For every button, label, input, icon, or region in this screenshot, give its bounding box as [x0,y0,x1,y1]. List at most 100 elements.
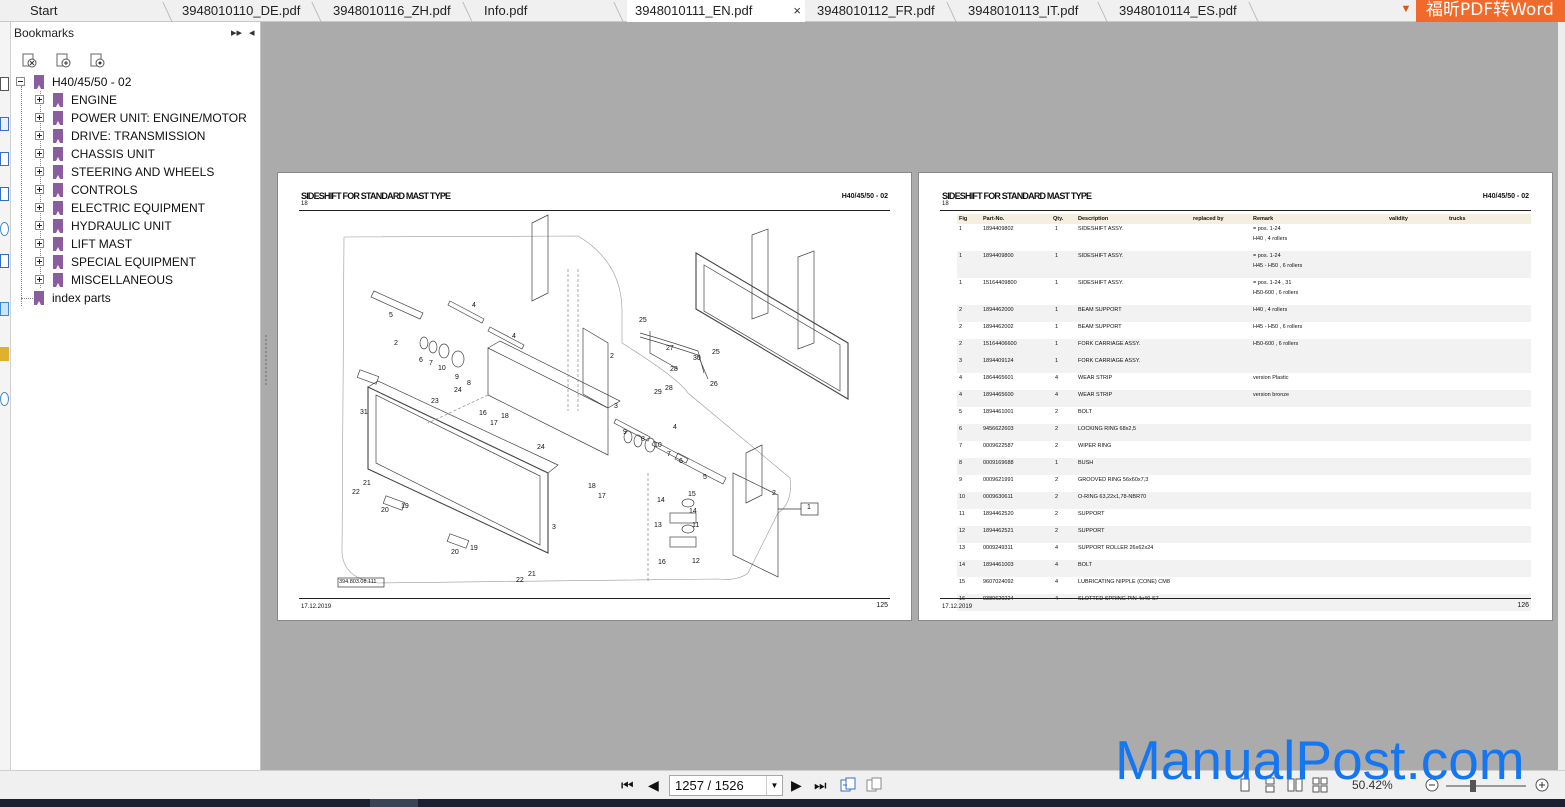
table-cell: 8 [959,460,963,466]
page-number-input[interactable]: 1257 / 1526 ▼ [669,775,783,796]
next-view-icon[interactable] [866,777,882,793]
first-page-icon[interactable]: ⏮ [621,777,634,794]
zoom-in-icon[interactable] [1534,777,1550,793]
bookmark-item[interactable]: ENGINE [11,91,261,109]
bookmark-item[interactable]: ELECTRIC EQUIPMENT [11,199,261,217]
tab-3948010114-es[interactable]: 3948010114_ES.pdf [1111,0,1254,22]
callout-number: 30 [693,355,701,362]
table-cell: 2 [1055,443,1059,449]
callout-number: 5 [703,474,707,481]
table-cell: 4 [959,375,963,381]
panel-hide-icon[interactable]: ◂ [249,26,255,39]
callout-number: 6 [679,458,683,465]
minus-box-icon[interactable] [16,77,25,86]
table-cell: 16 [959,596,966,602]
tab-3948010116-zh[interactable]: 3948010116_ZH.pdf [325,0,468,22]
table-row: 1 15164409800 1 SIDESHIFT ASSY. = pos. 1-24 … [957,278,1531,305]
bookmark-root[interactable]: H40/45/50 - 02 [11,73,261,91]
promo-banner[interactable]: 福昕PDF转Word [1416,0,1565,22]
document-icon[interactable] [0,117,9,131]
table-cell: 15164406600 [983,341,1017,347]
table-cell: SIDESHIFT ASSY. [1078,253,1124,259]
callout-number: 19 [470,545,478,552]
bookmark-item[interactable]: POWER UNIT: ENGINE/MOTOR [11,109,261,127]
next-page-icon[interactable]: ▶ [791,777,802,794]
header-rule [940,210,1531,211]
signature-icon[interactable] [0,254,9,268]
last-page-icon[interactable]: ⏭ [814,777,827,794]
document-viewport[interactable]: SIDESHIFT FOR STANDARD MAST TYPE 18 H40/… [268,22,1558,770]
bookmarks-title: Bookmarks [14,26,75,40]
plus-box-icon[interactable] [35,239,44,248]
bookmark-item[interactable]: MISCELLANEOUS [11,271,261,289]
panel-expand-icon[interactable]: ▸▸ [231,26,242,39]
callout-number: 14 [689,508,697,515]
vertical-scrollbar[interactable] [1558,22,1565,770]
callout-number: 20 [381,507,389,514]
bookmark-item[interactable]: DRIVE: TRANSMISSION [11,127,261,145]
attachment-icon[interactable] [0,187,9,201]
previous-view-icon[interactable] [840,777,856,793]
tab-start[interactable]: Start [22,0,170,22]
tab-3948010113-it[interactable]: 3948010113_IT.pdf [960,0,1103,22]
table-cell: 10 [959,494,966,500]
bookmark-icon [53,93,63,107]
plus-box-icon[interactable] [35,185,44,194]
table-cell: 2 [1055,477,1059,483]
find-bookmark-icon[interactable] [89,52,105,68]
comment-icon[interactable] [0,222,9,236]
previous-page-icon[interactable]: ◀ [648,777,659,794]
plus-box-icon[interactable] [35,203,44,212]
table-cell: 2 [1055,409,1059,415]
plus-box-icon[interactable] [35,221,44,230]
plus-box-icon[interactable] [35,131,44,140]
chevron-down-icon[interactable]: ▼ [766,776,782,795]
callout-number: 22 [352,489,360,496]
table-cell: FORK CARRIAGE ASSY. [1078,341,1141,347]
callout-number: 14 [657,497,665,504]
callout-number: 17 [598,493,606,500]
callout-number: 4 [472,302,476,309]
plus-box-icon[interactable] [35,113,44,122]
table-row: 13 0009249311 4 SUPPORT ROLLER 26x62x24 [957,543,1531,560]
bookmark-item[interactable]: index parts [11,289,261,307]
close-icon[interactable]: × [793,0,801,22]
bookmark-item[interactable]: STEERING AND WHEELS [11,163,261,181]
plus-box-icon[interactable] [35,257,44,266]
expand-bookmark-icon[interactable] [55,52,71,68]
callout-number: 21 [528,571,536,578]
delete-bookmark-icon[interactable] [21,52,37,68]
lock-icon[interactable] [0,347,9,361]
bookmark-icon [53,219,63,233]
bookmark-item[interactable]: CHASSIS UNIT [11,145,261,163]
bookmark-item[interactable]: HYDRAULIC UNIT [11,217,261,235]
taskbar-item[interactable] [370,799,418,807]
tab-3948010110-de[interactable]: 3948010110_DE.pdf [174,0,317,22]
tab-3948010111-en[interactable]: 3948010111_EN.pdf × [627,0,805,23]
pdf-page-right: SIDESHIFT FOR STANDARD MAST TYPE 18 H40/… [918,172,1553,621]
table-cell: 13 [959,545,966,551]
table-cell: GROOVED RING 56x60x7,3 [1078,477,1149,483]
page-thumbnail-icon[interactable] [0,77,9,91]
tab-3948010112-fr[interactable]: 3948010112_FR.pdf [809,0,952,22]
splitter-grip[interactable] [265,335,267,385]
table-cell: 3 [959,358,963,364]
table-cell: version Plastic [1253,375,1289,381]
bookmark-label: H40/45/50 - 02 [52,75,132,89]
layers-icon[interactable] [0,152,9,166]
plus-box-icon[interactable] [35,95,44,104]
plus-box-icon[interactable] [35,167,44,176]
table-cell: 1 [1055,460,1059,466]
plus-box-icon[interactable] [35,275,44,284]
bookmark-item[interactable]: LIFT MAST [11,235,261,253]
plus-box-icon[interactable] [35,149,44,158]
table-row: 12 1894462521 2 SUPPORT [957,526,1531,543]
bookmark-item[interactable]: SPECIAL EQUIPMENT [11,253,261,271]
tab-info[interactable]: Info.pdf [476,0,619,22]
security-icon[interactable] [0,302,9,316]
callout-number: 21 [363,480,371,487]
table-cell: LOCKING RING 68x2,5 [1078,426,1137,432]
bookmark-item[interactable]: CONTROLS [11,181,261,199]
tab-list-menu-button[interactable]: ▼ [1396,0,1416,22]
search-icon[interactable] [0,392,9,406]
